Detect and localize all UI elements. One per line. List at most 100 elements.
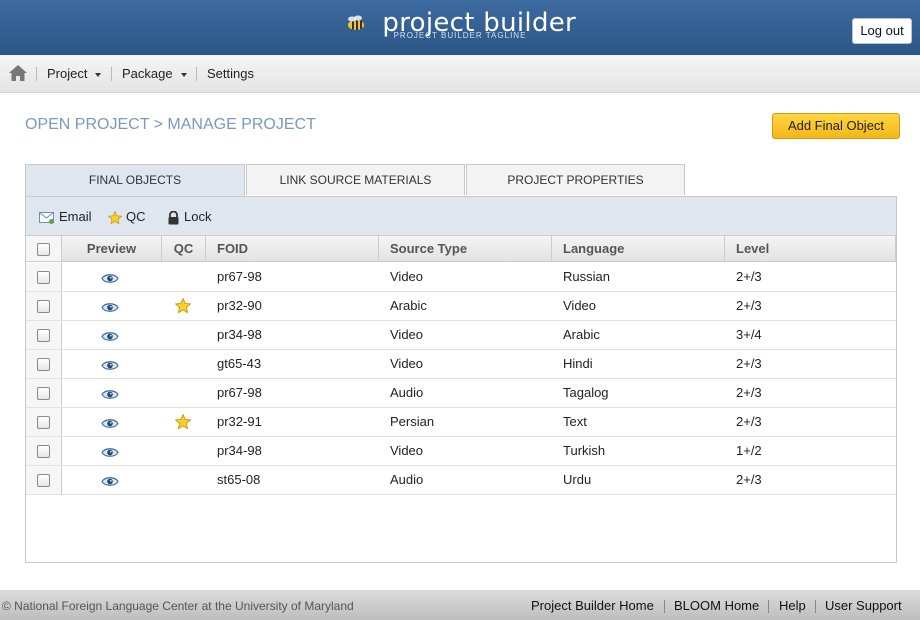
language-cell: Arabic (563, 327, 600, 342)
row-checkbox[interactable] (37, 358, 50, 371)
qc-star-icon (174, 297, 192, 317)
breadcrumb: OPEN PROJECT > MANAGE PROJECT (25, 116, 316, 133)
tab-final-objects[interactable]: FINAL OBJECTS (25, 164, 245, 197)
preview-eye-icon[interactable] (101, 475, 119, 490)
table-row[interactable]: pr34-98 Video Arabic 3+/4 (26, 321, 896, 350)
select-all-checkbox[interactable] (37, 243, 50, 256)
column-header-foid[interactable]: FOID (206, 236, 379, 261)
row-select-cell (26, 437, 62, 465)
email-icon (39, 212, 54, 225)
source-type-cell: Persian (390, 414, 435, 429)
qc-star-icon (174, 413, 192, 433)
foid-cell: pr67-98 (217, 385, 262, 400)
lock-button[interactable]: Lock (167, 209, 211, 225)
language-cell: Hindi (563, 356, 593, 371)
source-type-cell: Audio (390, 385, 424, 400)
preview-eye-icon[interactable] (101, 359, 119, 374)
column-header-preview[interactable]: Preview (62, 236, 162, 261)
row-select-cell (26, 408, 62, 436)
table-row[interactable]: pr32-91 Persian Text 2+/3 (26, 408, 896, 437)
level-cell: 2+/3 (736, 385, 762, 400)
nav-item-project[interactable]: Project (47, 66, 102, 81)
row-checkbox[interactable] (37, 474, 50, 487)
bee-logo-icon (347, 15, 364, 30)
table-row[interactable]: pr34-98 Video Turkish 1+/2 (26, 437, 896, 466)
table-row[interactable]: pr67-98 Video Russian 2+/3 (26, 263, 896, 292)
row-checkbox[interactable] (37, 329, 50, 342)
footer-link-help[interactable]: Help (779, 598, 806, 613)
level-cell: 3+/4 (736, 327, 762, 342)
table-row[interactable]: gt65-43 Video Hindi 2+/3 (26, 350, 896, 379)
nav-item-label: Project (47, 66, 88, 81)
qc-label: QC (126, 209, 146, 224)
tab-link-source-materials[interactable]: LINK SOURCE MATERIALS (246, 164, 465, 195)
table-header: Preview QC FOID Source Type Language Lev… (26, 235, 896, 262)
level-cell: 2+/3 (736, 356, 762, 371)
level-cell: 2+/3 (736, 298, 762, 313)
caret-down-icon (95, 72, 102, 77)
level-cell: 2+/3 (736, 414, 762, 429)
nav-item-package[interactable]: Package (122, 66, 187, 81)
table-row[interactable]: pr32-90 Arabic Video 2+/3 (26, 292, 896, 321)
row-checkbox[interactable] (37, 416, 50, 429)
tab-project-properties[interactable]: PROJECT PROPERTIES (466, 164, 685, 195)
preview-eye-icon[interactable] (101, 330, 119, 345)
column-header-qc[interactable]: QC (162, 236, 206, 261)
level-cell: 2+/3 (736, 472, 762, 487)
preview-eye-icon[interactable] (101, 446, 119, 461)
nav-item-label: Package (122, 66, 173, 81)
footer-separator (768, 600, 769, 613)
app-tagline: PROJECT BUILDER TAGLINE (393, 31, 527, 40)
lock-icon (168, 210, 179, 225)
footer: © National Foreign Language Center at th… (0, 590, 920, 620)
foid-cell: pr32-90 (217, 298, 262, 313)
logout-button[interactable]: Log out (852, 18, 912, 44)
star-icon (107, 210, 123, 225)
nav-item-settings[interactable]: Settings (207, 66, 254, 81)
row-select-cell (26, 379, 62, 407)
row-checkbox[interactable] (37, 300, 50, 313)
source-type-cell: Arabic (390, 298, 427, 313)
preview-eye-icon[interactable] (101, 388, 119, 403)
language-cell: Video (563, 298, 597, 313)
copyright-text: © National Foreign Language Center at th… (2, 599, 354, 613)
qc-button[interactable]: QC (107, 209, 146, 225)
footer-link-user-support[interactable]: User Support (825, 598, 902, 613)
table-row[interactable]: st65-08 Audio Urdu 2+/3 (26, 466, 896, 495)
row-checkbox[interactable] (37, 387, 50, 400)
app-header: project builder PROJECT BUILDER TAGLINE … (0, 0, 920, 55)
footer-link-bloom-home[interactable]: BLOOM Home (674, 598, 759, 613)
language-cell: Urdu (563, 472, 592, 487)
footer-separator (664, 600, 665, 613)
column-header-source-type[interactable]: Source Type (379, 236, 552, 261)
add-final-object-button[interactable]: Add Final Object (772, 113, 900, 139)
source-type-cell: Video (390, 443, 424, 458)
table-row[interactable]: pr67-98 Audio Tagalog 2+/3 (26, 379, 896, 408)
preview-eye-icon[interactable] (101, 301, 119, 316)
table-toolbar: Email QC Lock (26, 197, 896, 235)
row-select-cell (26, 466, 62, 494)
source-type-cell: Video (390, 269, 424, 284)
row-checkbox[interactable] (37, 445, 50, 458)
preview-eye-icon[interactable] (101, 272, 119, 287)
level-cell: 1+/2 (736, 443, 762, 458)
row-checkbox[interactable] (37, 271, 50, 284)
column-header-language[interactable]: Language (552, 236, 725, 261)
footer-link-project-builder-home[interactable]: Project Builder Home (531, 598, 654, 613)
foid-cell: st65-08 (217, 472, 261, 487)
foid-cell: pr67-98 (217, 269, 262, 284)
main-nav: Project Package Settings (0, 55, 920, 93)
home-icon[interactable] (8, 64, 28, 82)
email-button[interactable]: Email (39, 209, 92, 225)
nav-item-label: Settings (207, 66, 254, 81)
footer-separator (815, 600, 816, 613)
source-type-cell: Video (390, 356, 424, 371)
row-select-cell (26, 263, 62, 291)
column-header-level[interactable]: Level (725, 236, 896, 261)
language-cell: Text (563, 414, 587, 429)
nav-separator (111, 67, 112, 81)
preview-eye-icon[interactable] (101, 417, 119, 432)
foid-cell: gt65-43 (217, 356, 262, 371)
language-cell: Turkish (563, 443, 606, 458)
row-select-cell (26, 321, 62, 349)
